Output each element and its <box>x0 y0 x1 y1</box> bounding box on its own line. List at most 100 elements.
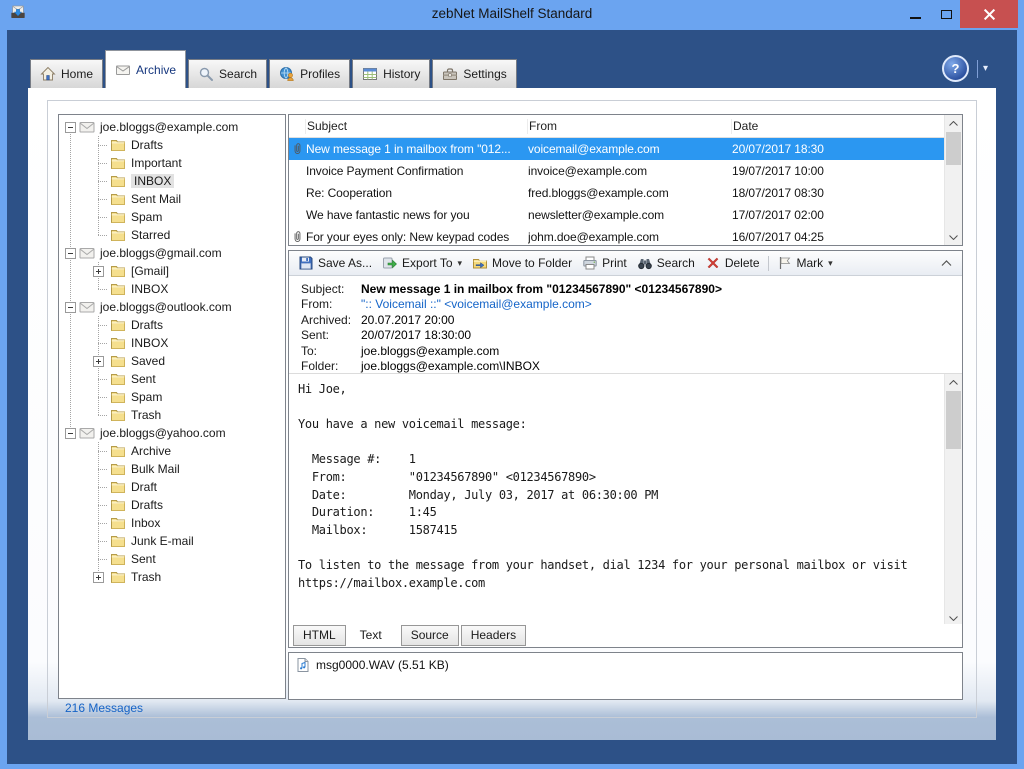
minimize-button[interactable] <box>900 0 930 28</box>
move-to-folder-button[interactable]: Move to Folder <box>467 253 577 273</box>
tree-folder-label: Drafts <box>131 318 163 332</box>
search-button[interactable]: Search <box>632 253 700 273</box>
view-tab-text[interactable]: Text <box>348 624 394 647</box>
folder-icon <box>110 353 126 369</box>
column-header-attachment[interactable] <box>289 119 306 134</box>
help-divider <box>977 60 978 78</box>
tree-account-joe-bloggs-outlook-com[interactable]: joe.bloggs@outlook.com <box>59 298 285 316</box>
view-tab-html[interactable]: HTML <box>293 625 346 646</box>
tree-folder-drafts[interactable]: Drafts <box>59 496 285 514</box>
tree-folder-sent[interactable]: Sent <box>59 370 285 388</box>
column-header-from[interactable]: From <box>528 119 732 134</box>
scroll-up-icon[interactable] <box>945 374 962 390</box>
tree-folder-bulk-mail[interactable]: Bulk Mail <box>59 460 285 478</box>
cell-date: 16/07/2017 04:25 <box>732 230 945 244</box>
tab-profiles[interactable]: Profiles <box>269 59 350 88</box>
message-header-row: Sent:20/07/2017 18:30:00 <box>301 328 954 343</box>
paperclip-icon <box>291 142 304 156</box>
tree-folder-gmail[interactable]: [Gmail] <box>59 262 285 280</box>
tab-settings[interactable]: Settings <box>432 59 516 88</box>
tree-folder-draft[interactable]: Draft <box>59 478 285 496</box>
home-icon <box>40 66 56 82</box>
delete-button[interactable]: Delete <box>700 253 765 273</box>
tree-folder-archive[interactable]: Archive <box>59 442 285 460</box>
tab-archive[interactable]: Archive <box>105 50 186 88</box>
folder-icon <box>110 263 126 279</box>
preview-toolbar: Save As...Export To▾Move to FolderPrintS… <box>289 251 962 276</box>
folder-icon <box>110 209 126 225</box>
tree-folder-inbox[interactable]: INBOX <box>59 280 285 298</box>
column-header-subject[interactable]: Subject <box>306 119 528 134</box>
message-row[interactable]: Invoice Payment Confirmationinvoice@exam… <box>289 160 945 182</box>
column-header-date[interactable]: Date <box>732 119 945 134</box>
history-icon <box>362 66 378 82</box>
tree-account-joe-bloggs-gmail-com[interactable]: joe.bloggs@gmail.com <box>59 244 285 262</box>
tree-folder-label: Sent Mail <box>131 192 181 206</box>
cell-subject: For your eyes only: New keypad codes <box>306 230 528 244</box>
tree-folder-starred[interactable]: Starred <box>59 226 285 244</box>
tab-label: Search <box>219 67 257 81</box>
tree-folder-inbox[interactable]: Inbox <box>59 514 285 532</box>
tree-folder-drafts[interactable]: Drafts <box>59 136 285 154</box>
tree-folder-sent-mail[interactable]: Sent Mail <box>59 190 285 208</box>
attachment-item[interactable]: msg0000.WAV (5.51 KB) <box>289 653 962 677</box>
folder-tree-panel[interactable]: joe.bloggs@example.comDraftsImportantINB… <box>58 114 286 699</box>
view-tab-headers[interactable]: Headers <box>461 625 526 646</box>
scrollbar-thumb[interactable] <box>946 132 961 165</box>
envelope-icon <box>79 425 95 441</box>
expand-expander-icon[interactable] <box>93 266 104 277</box>
tab-search[interactable]: Search <box>188 59 267 88</box>
tree-folder-junk-e-mail[interactable]: Junk E-mail <box>59 532 285 550</box>
message-list-panel[interactable]: SubjectFromDate New message 1 in mailbox… <box>288 114 963 246</box>
help-icon[interactable]: ? <box>942 55 969 82</box>
folder-icon <box>110 155 126 171</box>
tree-folder-important[interactable]: Important <box>59 154 285 172</box>
tree-folder-drafts[interactable]: Drafts <box>59 316 285 334</box>
tree-folder-spam[interactable]: Spam <box>59 388 285 406</box>
message-list-scrollbar[interactable] <box>944 115 962 245</box>
collapse-expander-icon[interactable] <box>65 248 76 259</box>
tree-account-joe-bloggs-yahoo-com[interactable]: joe.bloggs@yahoo.com <box>59 424 285 442</box>
export-to-button[interactable]: Export To▾ <box>377 253 467 273</box>
message-row[interactable]: Re: Cooperationfred.bloggs@example.com18… <box>289 182 945 204</box>
tab-home[interactable]: Home <box>30 59 103 88</box>
tab-history[interactable]: History <box>352 59 430 88</box>
maximize-button[interactable] <box>931 0 961 28</box>
view-tab-source[interactable]: Source <box>401 625 459 646</box>
help-dropdown-caret-icon[interactable]: ▾ <box>983 63 988 74</box>
print-button[interactable]: Print <box>577 253 632 273</box>
tree-folder-inbox[interactable]: INBOX <box>59 172 285 190</box>
header-value[interactable]: ":: Voicemail ::" <voicemail@example.com… <box>361 297 592 312</box>
folder-icon <box>110 371 126 387</box>
tree-folder-inbox[interactable]: INBOX <box>59 334 285 352</box>
tree-folder-trash[interactable]: Trash <box>59 406 285 424</box>
scrollbar-thumb[interactable] <box>946 391 961 449</box>
tree-folder-trash[interactable]: Trash <box>59 568 285 586</box>
collapse-preview-button[interactable] <box>937 258 956 268</box>
tree-folder-saved[interactable]: Saved <box>59 352 285 370</box>
collapse-expander-icon[interactable] <box>65 302 76 313</box>
expand-expander-icon[interactable] <box>93 572 104 583</box>
dropdown-caret-icon: ▾ <box>458 258 463 269</box>
minimize-icon <box>910 17 921 19</box>
message-header-row: To:joe.bloggs@example.com <box>301 344 954 359</box>
scroll-down-icon[interactable] <box>945 229 962 245</box>
message-row[interactable]: We have fantastic news for younewsletter… <box>289 204 945 226</box>
message-row[interactable]: New message 1 in mailbox from "012...voi… <box>289 138 945 160</box>
scroll-up-icon[interactable] <box>945 115 962 131</box>
message-row[interactable]: For your eyes only: New keypad codesjohm… <box>289 226 945 246</box>
tree-account-joe-bloggs-example-com[interactable]: joe.bloggs@example.com <box>59 118 285 136</box>
expand-expander-icon[interactable] <box>93 356 104 367</box>
tree-folder-spam[interactable]: Spam <box>59 208 285 226</box>
toolbar-button-label: Mark <box>797 256 824 270</box>
close-button[interactable] <box>960 0 1018 28</box>
collapse-expander-icon[interactable] <box>65 122 76 133</box>
collapse-expander-icon[interactable] <box>65 428 76 439</box>
tree-folder-sent[interactable]: Sent <box>59 550 285 568</box>
message-body-scrollbar[interactable] <box>944 374 962 626</box>
tree-folder-label: INBOX <box>131 174 174 188</box>
mark-button[interactable]: Mark▾ <box>772 253 838 273</box>
tree-connector <box>98 541 107 542</box>
folder-icon <box>110 281 126 297</box>
save-as-button[interactable]: Save As... <box>293 253 377 273</box>
